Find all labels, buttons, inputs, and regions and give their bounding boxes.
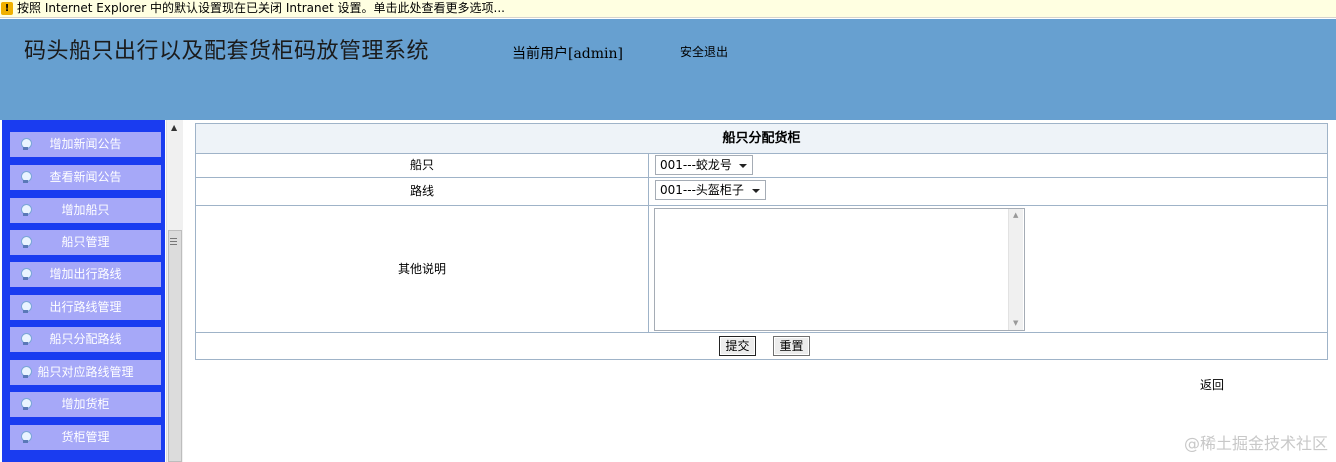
ship-label: 船只 xyxy=(409,158,434,172)
ship-value-cell: 001---蛟龙号 xyxy=(649,154,1327,177)
sidebar-item-label: 货柜管理 xyxy=(61,430,110,444)
textarea-scrollbar[interactable]: ▲ ▼ xyxy=(1008,209,1023,330)
sidebar-item-add-ship[interactable]: 增加船只 xyxy=(10,198,161,223)
route-select[interactable]: 001---头盔柜子 xyxy=(655,180,766,200)
sidebar-item-label: 增加船只 xyxy=(61,203,110,217)
form-title: 船只分配货柜 xyxy=(722,131,801,146)
sidebar-item-label: 查看新闻公告 xyxy=(49,170,122,184)
ie-info-bar[interactable]: ! 按照 Internet Explorer 中的默认设置现在已关闭 Intra… xyxy=(0,0,1336,18)
sidebar-item-container-management[interactable]: 货柜管理 xyxy=(10,425,161,450)
notes-label: 其他说明 xyxy=(397,262,446,276)
sidebar: 增加新闻公告 查看新闻公告 增加船只 船只管理 增加出行路线 出行路线管理 船只… xyxy=(0,120,186,462)
sidebar-item-label: 船只分配路线 xyxy=(49,332,122,346)
sidebar-item-label: 增加新闻公告 xyxy=(49,137,122,151)
chevron-down-icon xyxy=(739,164,747,168)
ship-select[interactable]: 001---蛟龙号 xyxy=(655,155,753,175)
sidebar-item-ship-management[interactable]: 船只管理 xyxy=(10,230,161,255)
notes-textarea[interactable] xyxy=(654,208,1025,331)
ship-row: 船只 001---蛟龙号 xyxy=(196,154,1327,178)
sidebar-item-assign-route[interactable]: 船只分配路线 xyxy=(10,327,161,352)
notes-label-cell: 其他说明 xyxy=(196,206,649,332)
system-title: 码头船只出行以及配套货柜码放管理系统 xyxy=(24,39,430,64)
sidebar-item-view-news[interactable]: 查看新闻公告 xyxy=(10,165,161,190)
scrollbar-thumb[interactable] xyxy=(168,230,182,462)
info-bar-text[interactable]: 按照 Internet Explorer 中的默认设置现在已关闭 Intrane… xyxy=(17,1,505,16)
sidebar-item-label: 出行路线管理 xyxy=(49,300,122,314)
notes-row: 其他说明 ▲ ▼ xyxy=(196,206,1327,333)
sidebar-item-add-container[interactable]: 增加货柜 xyxy=(10,392,161,417)
current-user: 当前用户[admin] xyxy=(512,46,624,62)
warning-shield-icon: ! xyxy=(1,2,13,15)
ship-label-cell: 船只 xyxy=(196,154,649,177)
assign-container-form: 船只分配货柜 船只 001---蛟龙号 路线 001---头盔柜子 其他说明 ▲… xyxy=(195,123,1328,360)
submit-button[interactable]: 提交 xyxy=(719,336,756,356)
chevron-down-icon xyxy=(752,189,760,193)
route-label-cell: 路线 xyxy=(196,178,649,205)
sidebar-item-label: 增加出行路线 xyxy=(49,267,122,281)
sidebar-item-label: 船只管理 xyxy=(61,235,110,249)
sidebar-item-ship-route-management[interactable]: 船只对应路线管理 xyxy=(10,360,161,385)
route-row: 路线 001---头盔柜子 xyxy=(196,178,1327,206)
scrollbar-grip-icon xyxy=(170,238,177,247)
sidebar-scrollbar[interactable]: ▲ xyxy=(166,120,183,462)
back-link[interactable]: 返回 xyxy=(1200,377,1224,393)
route-select-value: 001---头盔柜子 xyxy=(660,183,744,197)
buttons-row: 提交 重置 xyxy=(196,333,1327,359)
logout-link[interactable]: 安全退出 xyxy=(680,44,728,60)
scroll-up-arrow-icon[interactable]: ▲ xyxy=(171,124,177,132)
watermark: @稀土掘金技术社区 xyxy=(1183,434,1328,453)
scroll-down-arrow-icon[interactable]: ▼ xyxy=(1013,320,1018,327)
form-title-row: 船只分配货柜 xyxy=(196,124,1327,154)
sidebar-item-label: 增加货柜 xyxy=(61,397,110,411)
ship-select-value: 001---蛟龙号 xyxy=(660,158,732,172)
sidebar-item-route-management[interactable]: 出行路线管理 xyxy=(10,295,161,320)
sidebar-menu: 增加新闻公告 查看新闻公告 增加船只 船只管理 增加出行路线 出行路线管理 船只… xyxy=(2,120,165,462)
header: 码头船只出行以及配套货柜码放管理系统 当前用户[admin] 安全退出 xyxy=(0,19,1336,120)
notes-value-cell: ▲ ▼ xyxy=(649,206,1327,332)
reset-button[interactable]: 重置 xyxy=(773,336,810,356)
sidebar-item-add-route[interactable]: 增加出行路线 xyxy=(10,262,161,287)
route-label: 路线 xyxy=(409,184,434,198)
sidebar-item-add-news[interactable]: 增加新闻公告 xyxy=(10,132,161,157)
sidebar-item-label: 船只对应路线管理 xyxy=(37,365,134,379)
route-value-cell: 001---头盔柜子 xyxy=(649,178,1327,205)
scroll-up-arrow-icon[interactable]: ▲ xyxy=(1013,212,1018,219)
